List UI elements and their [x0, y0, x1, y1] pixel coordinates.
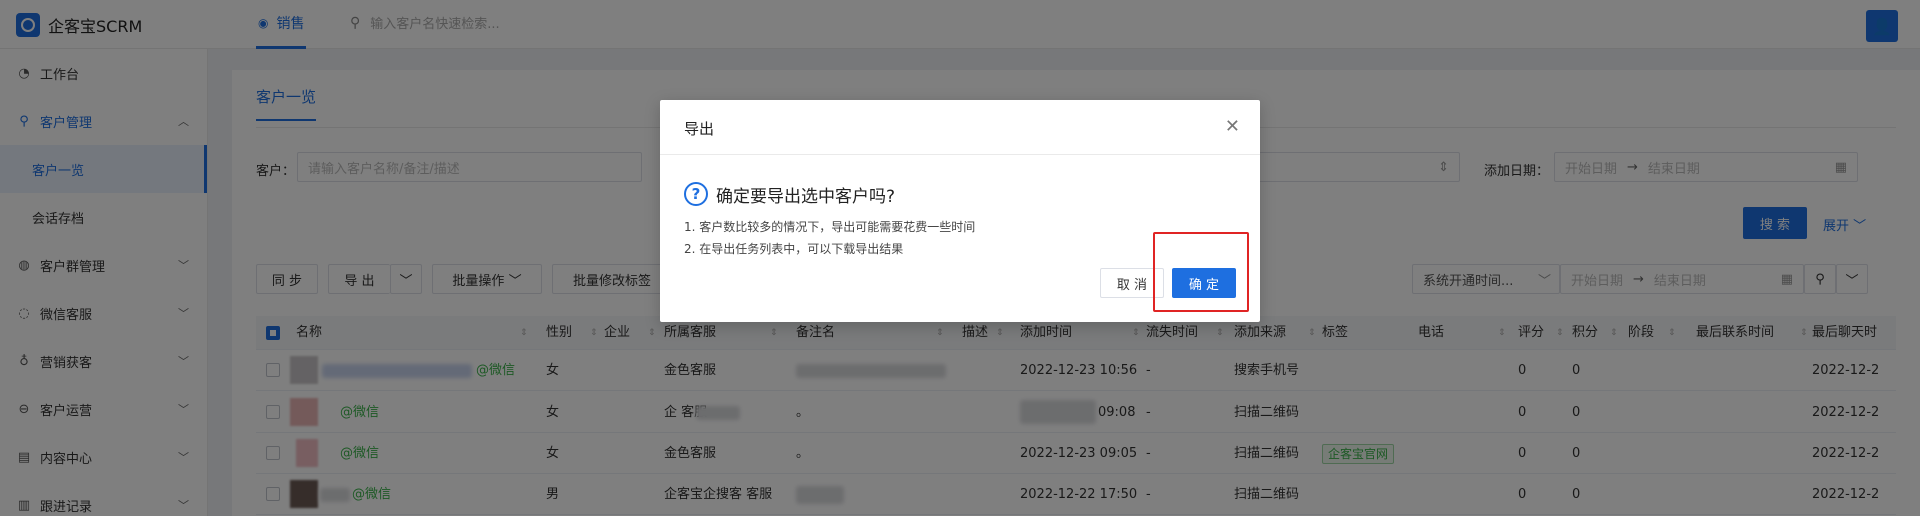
- question-icon: ?: [684, 182, 708, 206]
- dialog-divider: [660, 154, 1260, 155]
- dialog-note-1: 1. 客户数比较多的情况下，导出可能需要花费一些时间: [684, 220, 976, 234]
- dialog-title: 导出: [684, 120, 715, 138]
- close-icon[interactable]: ✕: [1225, 116, 1240, 137]
- dialog-heading: 确定要导出选中客户吗?: [716, 187, 896, 207]
- annotation-highlight-box: [1153, 232, 1249, 312]
- dialog-note-2: 2. 在导出任务列表中，可以下载导出结果: [684, 242, 904, 256]
